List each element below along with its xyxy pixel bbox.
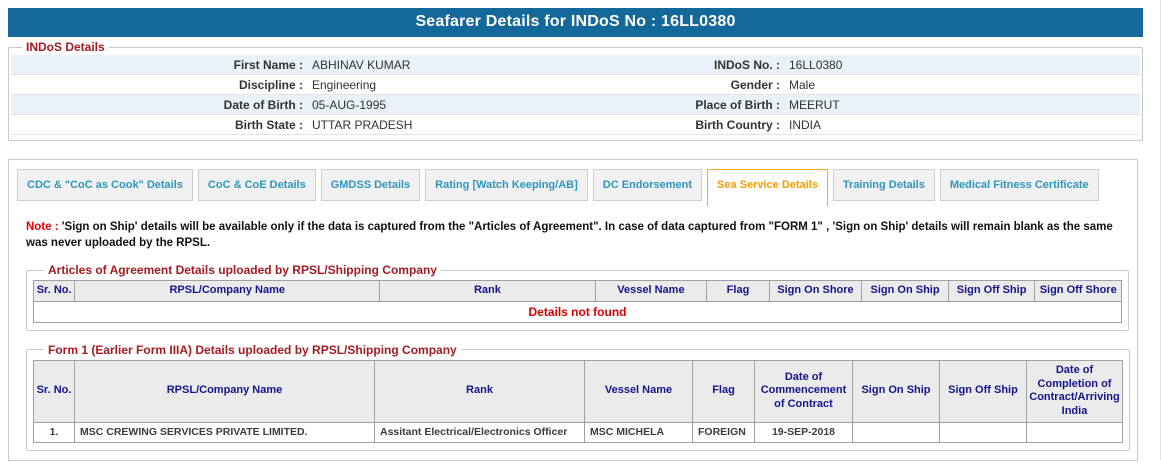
detail-row-name-indos: First Name : ABHINAV KUMAR INDoS No. : 1… [11, 55, 1140, 75]
detail-row-birth-date-place: Date of Birth : 05-AUG-1995 Place of Bir… [11, 95, 1140, 115]
tab-gmdss-details[interactable]: GMDSS Details [320, 169, 421, 201]
detail-row-birth-state-country: Birth State : UTTAR PRADESH Birth Countr… [11, 115, 1140, 135]
form1-col-completion-date: Date of Completion of Contract/Arriving … [1026, 359, 1123, 423]
first-name-value: ABHINAV KUMAR [312, 57, 411, 72]
articles-col-rank: Rank [379, 280, 596, 302]
form1-flag: FOREIGN [692, 421, 755, 443]
form1-section: Form 1 (Earlier Form IIIA) Details uploa… [26, 342, 1130, 451]
note-label: Note : [26, 221, 59, 233]
seafarer-details-page: Seafarer Details for INDoS No : 16LL0380… [0, 0, 1160, 469]
form1-col-sign-on-ship: Sign On Ship [852, 359, 940, 423]
form1-sign-off-ship [939, 421, 1027, 443]
form1-col-sr-no: Sr. No. [33, 359, 75, 423]
form1-col-company: RPSL/Company Name [74, 359, 375, 423]
birth-country-value: INDIA [789, 117, 822, 132]
tab-cdc-coc-as-cook-details[interactable]: CDC & "CoC as Cook" Details [17, 169, 193, 201]
tab-sea-service-details[interactable]: Sea Service Details [707, 169, 828, 207]
tab-dc-endorsement[interactable]: DC Endorsement [592, 169, 703, 201]
form1-company: MSC CREWING SERVICES PRIVATE LIMITED. [74, 421, 375, 443]
gender-label: Gender : [730, 77, 780, 92]
indos-no-value: 16LL0380 [789, 57, 843, 72]
page-title: Seafarer Details for INDoS No : 16LL0380 [8, 8, 1143, 37]
form1-sign-on-ship [852, 421, 940, 443]
form1-completion-date [1026, 421, 1123, 443]
form1-col-commencement-date: Date of Commencement of Contract [754, 359, 853, 423]
form1-sr-no: 1. [33, 421, 75, 443]
form1-rank: Assitant Electrical/Electronics Officer [374, 421, 585, 443]
place-of-birth-label: Place of Birth : [695, 97, 780, 112]
birth-state-label: Birth State : [234, 117, 303, 132]
tab-content-container: CDC & "CoC as Cook" Details CoC & CoE De… [8, 159, 1138, 461]
tab-bar: CDC & "CoC as Cook" Details CoC & CoE De… [9, 160, 1137, 207]
tab-training-details[interactable]: Training Details [832, 169, 935, 201]
articles-col-sign-off-shore: Sign Off Shore [1034, 280, 1122, 302]
discipline-value: Engineering [312, 77, 377, 92]
date-of-birth-value: 05-AUG-1995 [312, 97, 387, 112]
form1-table: Sr. No. RPSL/Company Name Rank Vessel Na… [33, 359, 1123, 443]
articles-col-vessel: Vessel Name [594, 280, 708, 302]
articles-of-agreement-section: Articles of Agreement Details uploaded b… [26, 263, 1129, 331]
tab-medical-fitness-certificate[interactable]: Medical Fitness Certificate [939, 169, 1099, 201]
articles-table: Sr. No. RPSL/Company Name Rank Vessel Na… [32, 280, 1122, 323]
birth-country-label: Birth Country : [695, 117, 780, 132]
articles-col-flag: Flag [706, 280, 770, 302]
form1-col-vessel: Vessel Name [584, 359, 693, 423]
form1-legend: Form 1 (Earlier Form IIIA) Details uploa… [48, 342, 457, 357]
indos-details-legend: INDoS Details [26, 40, 105, 54]
articles-empty-row: Details not found [33, 300, 1122, 323]
tab-coc-coe-details[interactable]: CoC & CoE Details [197, 169, 316, 201]
articles-legend: Articles of Agreement Details uploaded b… [48, 263, 437, 278]
birth-state-value: UTTAR PRADESH [312, 117, 413, 132]
tab-rating-watch-keeping-ab[interactable]: Rating [Watch Keeping/AB] [425, 169, 588, 201]
form1-commencement-date: 19-SEP-2018 [754, 421, 853, 443]
form1-col-sign-off-ship: Sign Off Ship [939, 359, 1027, 423]
discipline-label: Discipline : [238, 77, 303, 92]
articles-header-row: Sr. No. RPSL/Company Name Rank Vessel Na… [32, 280, 1122, 302]
sign-on-ship-note: Note : 'Sign on Ship' details will be av… [26, 220, 1119, 251]
note-text: 'Sign on Ship' details will be available… [26, 221, 1113, 249]
articles-col-sign-on-shore: Sign On Shore [768, 280, 863, 302]
form1-col-rank: Rank [374, 359, 585, 423]
form1-data-row: 1. MSC CREWING SERVICES PRIVATE LIMITED.… [33, 421, 1123, 443]
details-not-found-message: Details not found [33, 300, 1122, 323]
place-of-birth-value: MEERUT [789, 97, 840, 112]
articles-col-company: RPSL/Company Name [74, 280, 381, 302]
indos-details-section: INDoS Details First Name : ABHINAV KUMAR… [8, 40, 1143, 141]
form1-col-flag: Flag [692, 359, 755, 423]
indos-no-label: INDoS No. : [714, 57, 780, 72]
form1-vessel: MSC MICHELA [584, 421, 693, 443]
articles-col-sr-no: Sr. No. [32, 280, 76, 302]
form1-header-row: Sr. No. RPSL/Company Name Rank Vessel Na… [33, 359, 1123, 423]
first-name-label: First Name : [233, 57, 303, 72]
articles-col-sign-off-ship: Sign Off Ship [947, 280, 1036, 302]
articles-col-sign-on-ship: Sign On Ship [861, 280, 949, 302]
gender-value: Male [789, 77, 816, 92]
date-of-birth-label: Date of Birth : [223, 97, 303, 112]
detail-row-discipline-gender: Discipline : Engineering Gender : Male [11, 75, 1140, 95]
